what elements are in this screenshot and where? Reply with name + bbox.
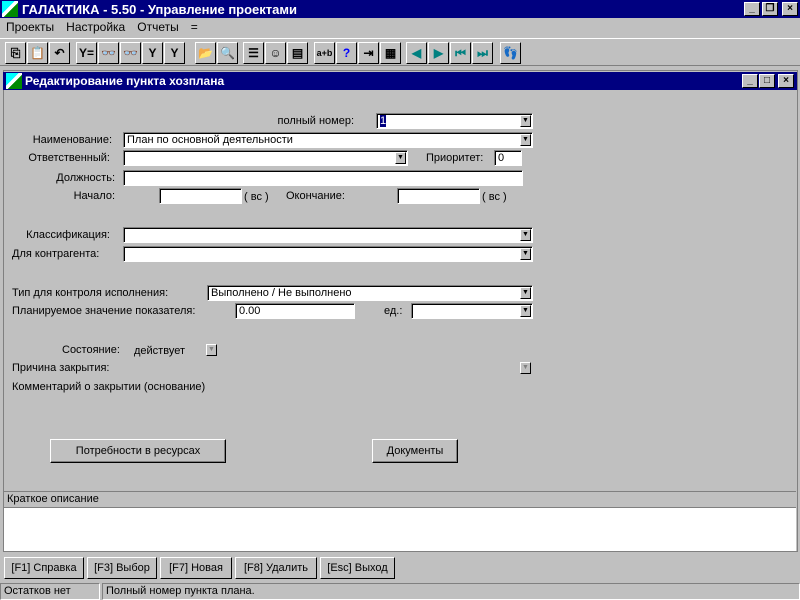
window-close-button[interactable]: ×	[778, 74, 794, 88]
first-icon[interactable]: ⏮	[450, 42, 471, 64]
state-label: Состояние:	[62, 344, 120, 356]
position-field[interactable]	[123, 170, 523, 186]
undo-icon[interactable]: ↶	[49, 42, 70, 64]
start-label: Начало:	[73, 190, 115, 202]
position-label: Должность:	[56, 172, 115, 184]
state-dropdown-icon[interactable]: ▼	[206, 344, 217, 356]
search-folder-icon[interactable]: 🔍	[217, 42, 238, 64]
name-dropdown-icon[interactable]: ▼	[520, 134, 531, 146]
description-header: Краткое описание	[4, 491, 796, 508]
responsible-dropdown-icon[interactable]: ▼	[395, 152, 406, 164]
minimize-button[interactable]: _	[744, 2, 760, 16]
priority-label: Приоритет:	[426, 152, 484, 164]
status-left: Остатков нет	[0, 583, 100, 600]
calc-icon[interactable]: a+b	[314, 42, 335, 64]
list-icon[interactable]: ☰	[243, 42, 264, 64]
last-icon[interactable]: ⏭	[472, 42, 493, 64]
close-reason-label: Причина закрытия:	[12, 362, 110, 374]
copy-icon[interactable]: ⎘	[5, 42, 26, 64]
app-title: ГАЛАКТИКА - 5.50 - Управление проектами	[22, 1, 297, 17]
app-icon	[2, 1, 18, 17]
toolbar: ⎘ 📋 ↶ Y= 👓 👓 Y Y 📂 🔍 ☰ ☺ ▤ a+b? ⇥ ▦ ◀ ▶ ⏮ ⏭ 👣	[0, 38, 800, 66]
exit-door-icon[interactable]: ⇥	[358, 42, 379, 64]
menu-bar: Проекты Настройка Отчеты =	[0, 18, 800, 36]
end-weekday: ( вс )	[482, 191, 507, 203]
exit-esc-button[interactable]: [Esc] Выход	[320, 557, 395, 579]
status-message: Полный номер пункта плана.	[102, 583, 800, 600]
priority-field[interactable]: 0	[494, 150, 522, 166]
name-label: Наименование:	[32, 134, 112, 146]
unit-dropdown-icon[interactable]: ▼	[520, 305, 531, 317]
start-date-field[interactable]	[159, 188, 242, 204]
responsible-label: Ответственный:	[28, 152, 110, 164]
paste-icon[interactable]: 📋	[27, 42, 48, 64]
contractor-field[interactable]	[123, 246, 533, 262]
full-number-label: полный номер:	[277, 115, 354, 127]
open-folder-icon[interactable]: 📂	[195, 42, 216, 64]
unit-label: ед.:	[384, 305, 403, 317]
start-weekday: ( вс )	[244, 191, 269, 203]
select-f3-button[interactable]: [F3] Выбор	[87, 557, 157, 579]
restore-button[interactable]: ❐	[762, 2, 778, 16]
classification-label: Классификация:	[26, 229, 110, 241]
full-number-field[interactable]: 1	[376, 113, 533, 129]
end-date-field[interactable]	[397, 188, 480, 204]
close-reason-dropdown-icon[interactable]: ▼	[520, 362, 531, 374]
filter-find-icon[interactable]: Y	[142, 42, 163, 64]
control-type-field[interactable]: Выполнено / Не выполнено	[207, 285, 533, 301]
full-number-value: 1	[380, 115, 387, 127]
close-comment-label: Комментарий о закрытии (основание)	[12, 381, 206, 393]
planned-value-label: Планируемое значение показателя:	[12, 305, 196, 317]
smiley-icon[interactable]: ☺	[265, 42, 286, 64]
state-value: действует	[134, 345, 185, 357]
end-label: Окончание:	[286, 190, 345, 202]
filter-find-more-icon[interactable]: Y	[164, 42, 185, 64]
records-icon[interactable]: ▤	[287, 42, 308, 64]
responsible-field[interactable]	[123, 150, 408, 166]
control-type-label: Тип для контроля исполнения:	[12, 287, 169, 299]
menu-reports[interactable]: Отчеты	[137, 20, 178, 34]
window-maximize-button[interactable]: □	[759, 74, 775, 88]
contractor-dropdown-icon[interactable]: ▼	[520, 248, 531, 260]
full-number-dropdown-icon[interactable]: ▼	[520, 115, 531, 127]
delete-f8-button[interactable]: [F8] Удалить	[235, 557, 317, 579]
footprints-icon[interactable]: 👣	[500, 42, 521, 64]
form-icon[interactable]: ▦	[380, 42, 401, 64]
find-more-icon[interactable]: 👓	[120, 42, 141, 64]
window-minimize-button[interactable]: _	[742, 74, 758, 88]
find-icon[interactable]: 👓	[98, 42, 119, 64]
classification-dropdown-icon[interactable]: ▼	[520, 229, 531, 241]
documents-button[interactable]: Документы	[372, 439, 458, 463]
planned-value-field[interactable]: 0.00	[235, 303, 355, 319]
contractor-label: Для контрагента:	[12, 248, 100, 260]
window-icon	[6, 73, 22, 89]
close-button[interactable]: ×	[782, 2, 798, 16]
help-icon[interactable]: ?	[336, 42, 357, 64]
name-field[interactable]: План по основной деятельности	[123, 132, 533, 148]
classification-field[interactable]	[123, 227, 533, 243]
resources-button[interactable]: Потребности в ресурсах	[50, 439, 226, 463]
unit-field[interactable]	[411, 303, 533, 319]
window-title: Редактирование пункта хозплана	[25, 74, 225, 88]
next-icon[interactable]: ▶	[428, 42, 449, 64]
app-title-bar: ГАЛАКТИКА - 5.50 - Управление проектами …	[0, 0, 800, 18]
window-title-bar: Редактирование пункта хозплана _ □ ×	[3, 72, 797, 90]
menu-extra[interactable]: =	[191, 20, 198, 34]
filter-icon[interactable]: Y=	[76, 42, 97, 64]
menu-settings[interactable]: Настройка	[66, 20, 125, 34]
menu-projects[interactable]: Проекты	[6, 20, 54, 34]
control-type-dropdown-icon[interactable]: ▼	[520, 287, 531, 299]
description-field[interactable]	[4, 508, 796, 551]
new-f7-button[interactable]: [F7] Новая	[160, 557, 232, 579]
prev-icon[interactable]: ◀	[406, 42, 427, 64]
help-f1-button[interactable]: [F1] Справка	[4, 557, 84, 579]
